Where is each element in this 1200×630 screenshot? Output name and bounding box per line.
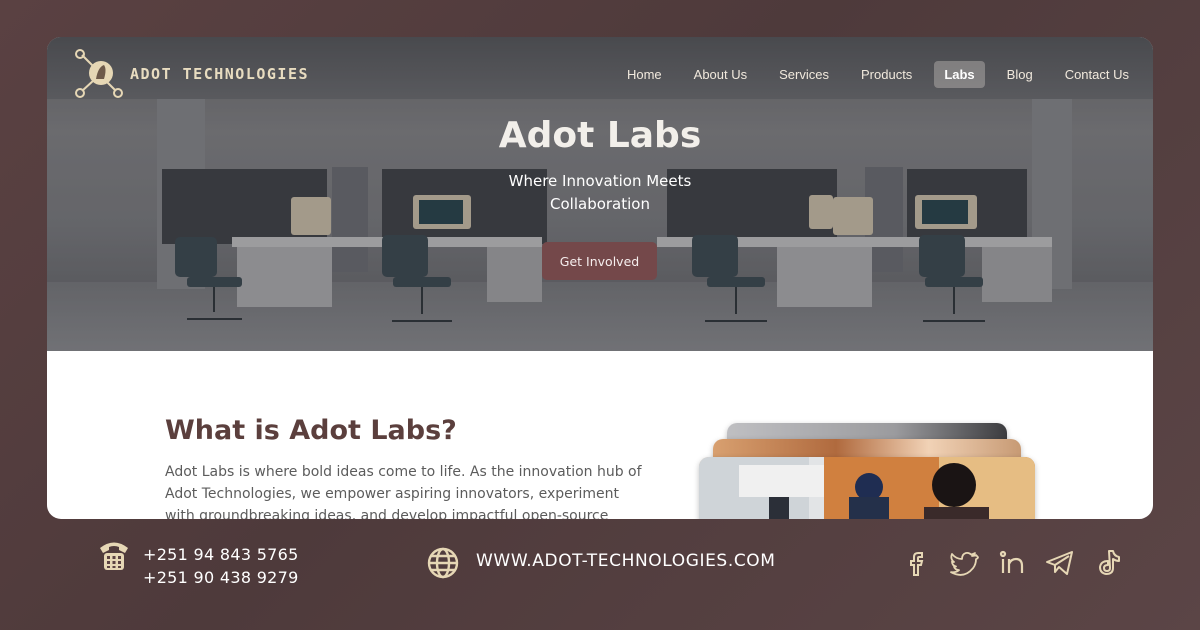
phone-number-1[interactable]: +251 94 843 5765 bbox=[143, 543, 299, 566]
facebook-icon[interactable] bbox=[900, 547, 932, 579]
hero-subtitle: Where Innovation Meets Collaboration bbox=[508, 172, 692, 213]
website-preview-card: ADOT TECHNOLOGIES Home About Us Services… bbox=[47, 37, 1153, 519]
phone-number-2[interactable]: +251 90 438 9279 bbox=[143, 566, 299, 589]
team-photo-front bbox=[699, 457, 1035, 519]
section-title: What is Adot Labs? bbox=[165, 415, 457, 446]
globe-icon bbox=[427, 547, 459, 579]
twitter-icon[interactable] bbox=[948, 547, 980, 579]
adot-logo-icon bbox=[75, 49, 123, 98]
social-links bbox=[900, 547, 1140, 579]
nav-contact-us[interactable]: Contact Us bbox=[1055, 61, 1139, 88]
brand-name: ADOT TECHNOLOGIES bbox=[130, 65, 310, 83]
phone-icon bbox=[100, 542, 128, 570]
phone-numbers: +251 94 843 5765 +251 90 438 9279 bbox=[143, 543, 299, 589]
team-photo-illustration bbox=[699, 457, 1035, 519]
hero-title: Adot Labs bbox=[498, 115, 702, 156]
tiktok-icon[interactable] bbox=[1092, 547, 1124, 579]
nav-labs[interactable]: Labs bbox=[934, 61, 985, 88]
website-url[interactable]: WWW.ADOT-TECHNOLOGIES.COM bbox=[476, 551, 776, 571]
brand-logo[interactable]: ADOT TECHNOLOGIES bbox=[74, 49, 309, 99]
nav-services[interactable]: Services bbox=[769, 61, 839, 88]
nav-about-us[interactable]: About Us bbox=[684, 61, 757, 88]
nav-home[interactable]: Home bbox=[617, 61, 672, 88]
team-photo-stack bbox=[697, 423, 1037, 519]
main-nav: Home About Us Services Products Labs Blo… bbox=[605, 61, 1139, 88]
telegram-icon[interactable] bbox=[1044, 547, 1076, 579]
nav-blog[interactable]: Blog bbox=[997, 61, 1043, 88]
get-involved-button[interactable]: Get Involved bbox=[542, 242, 657, 280]
hero-section: ADOT TECHNOLOGIES Home About Us Services… bbox=[47, 37, 1153, 351]
linkedin-icon[interactable] bbox=[996, 547, 1028, 579]
section-body: Adot Labs is where bold ideas come to li… bbox=[165, 464, 642, 519]
nav-products[interactable]: Products bbox=[851, 61, 922, 88]
